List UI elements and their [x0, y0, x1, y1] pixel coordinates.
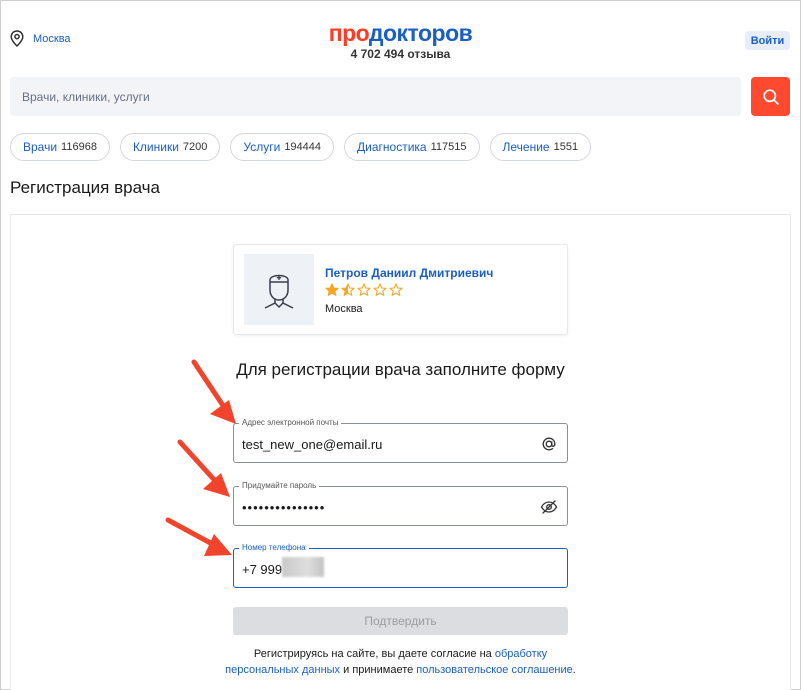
doctor-city: Москва [325, 303, 363, 315]
at-sign-icon [540, 435, 558, 453]
login-button[interactable]: Войти [745, 31, 790, 50]
star-icon [325, 283, 339, 296]
chip-label: Клиники [132, 140, 179, 154]
category-chips: Врачи 116968 Клиники 7200 Услуги 194444 … [10, 133, 592, 161]
star-icon [357, 283, 371, 296]
search-input[interactable] [10, 77, 741, 116]
logo-part-pro: про [328, 20, 370, 46]
star-icon [373, 283, 387, 296]
chip-label: Диагностика [357, 140, 427, 154]
consent-text-part: . [572, 664, 576, 676]
doctor-avatar-icon [264, 274, 294, 309]
search-button[interactable] [751, 77, 790, 116]
chip-count: 117515 [430, 141, 467, 153]
eye-off-icon[interactable] [540, 498, 558, 516]
consent-text-part: и принимаете [340, 664, 417, 676]
site-logo[interactable]: продокторов [0, 20, 801, 46]
doctor-name[interactable]: Петров Даниил Дмитриевич [325, 266, 493, 280]
password-field-container: Придумайте пароль [233, 481, 568, 526]
chip-diagnostics[interactable]: Диагностика 117515 [344, 133, 480, 161]
chip-count: 116968 [61, 141, 97, 153]
phone-label: Номер телефона [239, 543, 309, 553]
chip-count: 1551 [553, 141, 579, 153]
search-icon [762, 88, 779, 105]
page-title: Регистрация врача [10, 178, 160, 197]
chip-treatment[interactable]: Лечение 1551 [489, 133, 592, 161]
redacted-phone-digits [282, 557, 324, 577]
logo-part-doctors: докторов [368, 20, 473, 46]
rating-stars [325, 283, 403, 297]
user-agreement-link[interactable]: пользовательское соглашение [416, 664, 573, 676]
chip-label: Врачи [23, 140, 58, 154]
chip-clinics[interactable]: Клиники 7200 [119, 133, 221, 161]
chip-count: 7200 [182, 141, 208, 153]
chip-label: Лечение [502, 140, 550, 154]
password-label: Придумайте пароль [239, 481, 320, 491]
password-field[interactable] [242, 498, 532, 516]
doctor-card: Петров Даниил Дмитриевич Москва [233, 244, 568, 335]
form-title: Для регистрации врача заполните форму [236, 360, 565, 379]
consent-text: Регистрируясь на сайте, вы даете согласи… [225, 646, 576, 678]
submit-button[interactable]: Подтвердить [233, 607, 568, 635]
consent-text-part: Регистрируясь на сайте, вы даете согласи… [253, 648, 495, 660]
chip-count: 194444 [284, 141, 322, 153]
email-label: Адрес электронной почты [239, 418, 342, 428]
chip-doctors[interactable]: Врачи 116968 [10, 133, 110, 161]
email-field[interactable] [242, 435, 532, 453]
reviews-count: 4 702 494 отзыва [350, 47, 451, 61]
chip-services[interactable]: Услуги 194444 [230, 133, 335, 161]
email-field-container: Адрес электронной почты [233, 418, 568, 463]
star-icon [389, 283, 403, 296]
star-icon [341, 283, 355, 296]
chip-label: Услуги [243, 140, 281, 154]
avatar [244, 254, 314, 325]
